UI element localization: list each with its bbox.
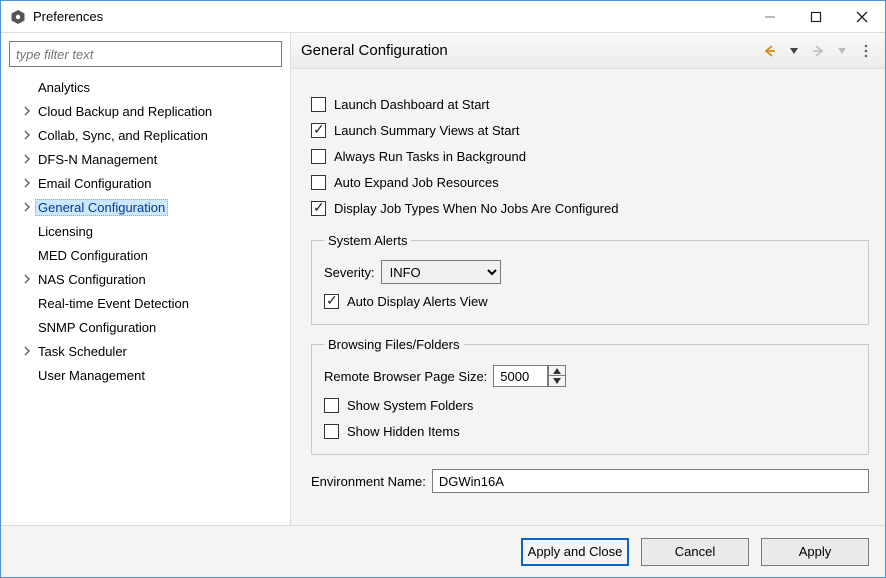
tree-item[interactable]: NAS Configuration	[15, 267, 284, 291]
chevron-down-icon	[790, 47, 798, 55]
expand-icon[interactable]	[19, 106, 35, 116]
tree-item-label: SNMP Configuration	[35, 319, 159, 336]
close-button[interactable]	[839, 1, 885, 33]
check-label: Launch Dashboard at Start	[334, 97, 489, 112]
check-label: Show System Folders	[347, 398, 473, 413]
tree-item-label: Collab, Sync, and Replication	[35, 127, 211, 144]
cancel-button[interactable]: Cancel	[641, 538, 749, 566]
titlebar: Preferences	[1, 1, 885, 33]
tree-item[interactable]: General Configuration	[15, 195, 284, 219]
tree-item-label: General Configuration	[35, 199, 168, 216]
arrow-back-icon	[763, 44, 777, 58]
show-hidden-check[interactable]: Show Hidden Items	[324, 418, 856, 444]
pagesize-label: Remote Browser Page Size:	[324, 369, 487, 384]
env-name-input[interactable]	[432, 469, 869, 493]
tree-item[interactable]: Task Scheduler	[15, 339, 284, 363]
check-label: Always Run Tasks in Background	[334, 149, 526, 164]
env-name-label: Environment Name:	[311, 474, 426, 489]
forward-button[interactable]	[809, 42, 827, 60]
launch-dashboard-check[interactable]: Launch Dashboard at Start	[311, 91, 869, 117]
tree-item-label: Licensing	[35, 223, 96, 240]
tree-item[interactable]: Licensing	[15, 219, 284, 243]
expand-icon[interactable]	[19, 202, 35, 212]
severity-select[interactable]: INFO	[381, 260, 501, 284]
tree-item[interactable]: Analytics	[15, 75, 284, 99]
maximize-icon	[810, 11, 822, 23]
window-title: Preferences	[33, 9, 103, 24]
check-label: Auto Display Alerts View	[347, 294, 488, 309]
menu-button[interactable]	[857, 42, 875, 60]
chevron-down-icon	[553, 378, 561, 384]
expand-icon[interactable]	[19, 130, 35, 140]
tree-item[interactable]: Email Configuration	[15, 171, 284, 195]
group-legend: System Alerts	[324, 233, 411, 248]
tree-item[interactable]: SNMP Configuration	[15, 315, 284, 339]
tree-item-label: User Management	[35, 367, 148, 384]
page-header: General Configuration	[291, 33, 885, 69]
check-label: Display Job Types When No Jobs Are Confi…	[334, 201, 618, 216]
preferences-window: Preferences Analytics Cloud Backup and Re…	[0, 0, 886, 578]
expand-icon[interactable]	[19, 274, 35, 284]
maximize-button[interactable]	[793, 1, 839, 33]
chevron-up-icon	[553, 368, 561, 374]
minimize-icon	[764, 11, 776, 23]
pagesize-down[interactable]	[548, 376, 566, 387]
browsing-group: Browsing Files/Folders Remote Browser Pa…	[311, 337, 869, 455]
apply-button[interactable]: Apply	[761, 538, 869, 566]
expand-icon[interactable]	[19, 178, 35, 188]
chevron-down-icon	[838, 47, 846, 55]
arrow-forward-icon	[811, 44, 825, 58]
display-jobtypes-check[interactable]: Display Job Types When No Jobs Are Confi…	[311, 195, 869, 221]
pagesize-up[interactable]	[548, 365, 566, 376]
tree-item-label: NAS Configuration	[35, 271, 149, 288]
forward-dropdown[interactable]	[833, 42, 851, 60]
auto-expand-check[interactable]: Auto Expand Job Resources	[311, 169, 869, 195]
close-icon	[856, 11, 868, 23]
minimize-button[interactable]	[747, 1, 793, 33]
preferences-tree: Analytics Cloud Backup and Replication Col…	[7, 73, 284, 387]
expand-icon[interactable]	[19, 154, 35, 164]
back-button[interactable]	[761, 42, 779, 60]
sidebar: Analytics Cloud Backup and Replication Col…	[1, 33, 291, 525]
tree-item-label: Task Scheduler	[35, 343, 130, 360]
group-legend: Browsing Files/Folders	[324, 337, 464, 352]
tree-item-label: Real-time Event Detection	[35, 295, 192, 312]
tree-item[interactable]: MED Configuration	[15, 243, 284, 267]
tree-item[interactable]: Collab, Sync, and Replication	[15, 123, 284, 147]
tree-item[interactable]: User Management	[15, 363, 284, 387]
tree-item[interactable]: Cloud Backup and Replication	[15, 99, 284, 123]
tree-item-label: DFS-N Management	[35, 151, 160, 168]
kebab-icon	[861, 44, 871, 58]
system-alerts-group: System Alerts Severity: INFO Auto Displa…	[311, 233, 869, 325]
severity-label: Severity:	[324, 265, 375, 280]
tree-item-label: Email Configuration	[35, 175, 154, 192]
show-system-check[interactable]: Show System Folders	[324, 392, 856, 418]
dialog-footer: Apply and Close Cancel Apply	[1, 525, 885, 577]
tree-item-label: Cloud Backup and Replication	[35, 103, 215, 120]
check-label: Auto Expand Job Resources	[334, 175, 499, 190]
tree-item-label: MED Configuration	[35, 247, 151, 264]
launch-summary-check[interactable]: Launch Summary Views at Start	[311, 117, 869, 143]
background-tasks-check[interactable]: Always Run Tasks in Background	[311, 143, 869, 169]
pagesize-input[interactable]	[493, 365, 548, 387]
check-label: Launch Summary Views at Start	[334, 123, 519, 138]
page-title: General Configuration	[301, 42, 448, 59]
tree-item[interactable]: Real-time Event Detection	[15, 291, 284, 315]
filter-input[interactable]	[9, 41, 282, 67]
app-icon	[9, 8, 27, 26]
tree-item-label: Analytics	[35, 79, 93, 96]
expand-icon[interactable]	[19, 346, 35, 356]
check-label: Show Hidden Items	[347, 424, 460, 439]
back-dropdown[interactable]	[785, 42, 803, 60]
tree-item[interactable]: DFS-N Management	[15, 147, 284, 171]
apply-close-button[interactable]: Apply and Close	[521, 538, 629, 566]
auto-display-alerts-check[interactable]: Auto Display Alerts View	[324, 288, 856, 314]
